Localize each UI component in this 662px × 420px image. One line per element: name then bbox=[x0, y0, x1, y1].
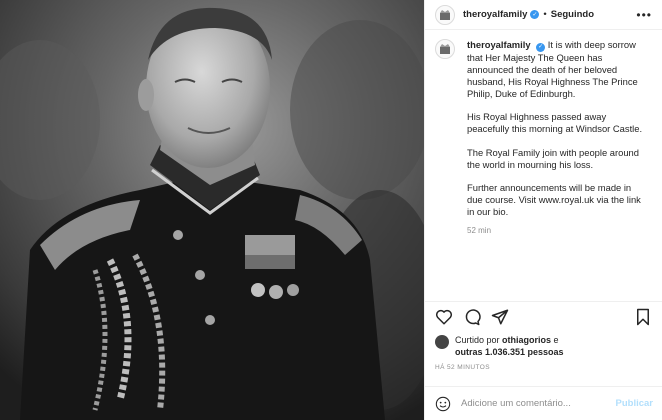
likes-summary: Curtido por othiagorios e outras 1.036.3… bbox=[425, 332, 662, 362]
liker-username-link[interactable]: othiagorios bbox=[502, 335, 551, 345]
post-age[interactable]: HÁ 52 MINUTOS bbox=[425, 362, 662, 378]
separator-dot: • bbox=[543, 9, 547, 20]
caption-username-link[interactable]: theroyalfamily bbox=[467, 39, 531, 50]
liked-prefix: Curtido por bbox=[455, 335, 503, 345]
caption-paragraph-2: His Royal Highness passed away peacefull… bbox=[467, 111, 643, 135]
username-link[interactable]: theroyalfamily bbox=[463, 9, 527, 20]
verified-badge-icon: ✓ bbox=[530, 10, 540, 19]
action-bar bbox=[425, 302, 662, 332]
comment-icon[interactable] bbox=[463, 308, 481, 326]
post-photo[interactable] bbox=[0, 0, 424, 420]
post-side-panel: theroyalfamily ✓ • Seguindo ••• theroyal… bbox=[424, 0, 662, 420]
more-options-icon[interactable]: ••• bbox=[636, 8, 652, 22]
following-button[interactable]: Seguindo bbox=[551, 9, 594, 20]
heart-icon[interactable] bbox=[435, 308, 453, 326]
caption-paragraph: theroyalfamily ✓ It is with deep sorrow … bbox=[467, 39, 643, 100]
caption-paragraph-3: The Royal Family join with people around… bbox=[467, 146, 639, 170]
post-header: theroyalfamily ✓ • Seguindo ••• bbox=[425, 0, 662, 30]
emoji-icon[interactable] bbox=[435, 396, 451, 412]
bookmark-icon[interactable] bbox=[634, 308, 652, 326]
comment-input[interactable] bbox=[461, 398, 616, 409]
caption-avatar[interactable] bbox=[435, 39, 455, 59]
caption-section: theroyalfamily ✓ It is with deep sorrow … bbox=[425, 30, 662, 302]
liker-avatar[interactable] bbox=[435, 335, 449, 349]
likes-text: Curtido por othiagorios e outras 1.036.3… bbox=[455, 334, 564, 358]
royal-crest-icon bbox=[440, 44, 450, 54]
caption-paragraph-4: Further announcements will be made in du… bbox=[467, 182, 641, 217]
publish-button[interactable]: Publicar bbox=[616, 398, 654, 409]
royal-crest-icon bbox=[440, 9, 450, 20]
caption-text: theroyalfamily ✓ It is with deep sorrow … bbox=[467, 39, 643, 301]
liked-mid: e bbox=[551, 335, 559, 345]
share-icon[interactable] bbox=[491, 308, 509, 326]
verified-badge-icon: ✓ bbox=[536, 43, 546, 53]
comment-bar: Publicar bbox=[425, 386, 662, 420]
avatar[interactable] bbox=[435, 4, 455, 25]
caption-timestamp[interactable]: 52 min bbox=[467, 225, 643, 237]
others-likes-link[interactable]: outras 1.036.351 pessoas bbox=[455, 347, 564, 357]
portrait-image bbox=[0, 0, 424, 420]
